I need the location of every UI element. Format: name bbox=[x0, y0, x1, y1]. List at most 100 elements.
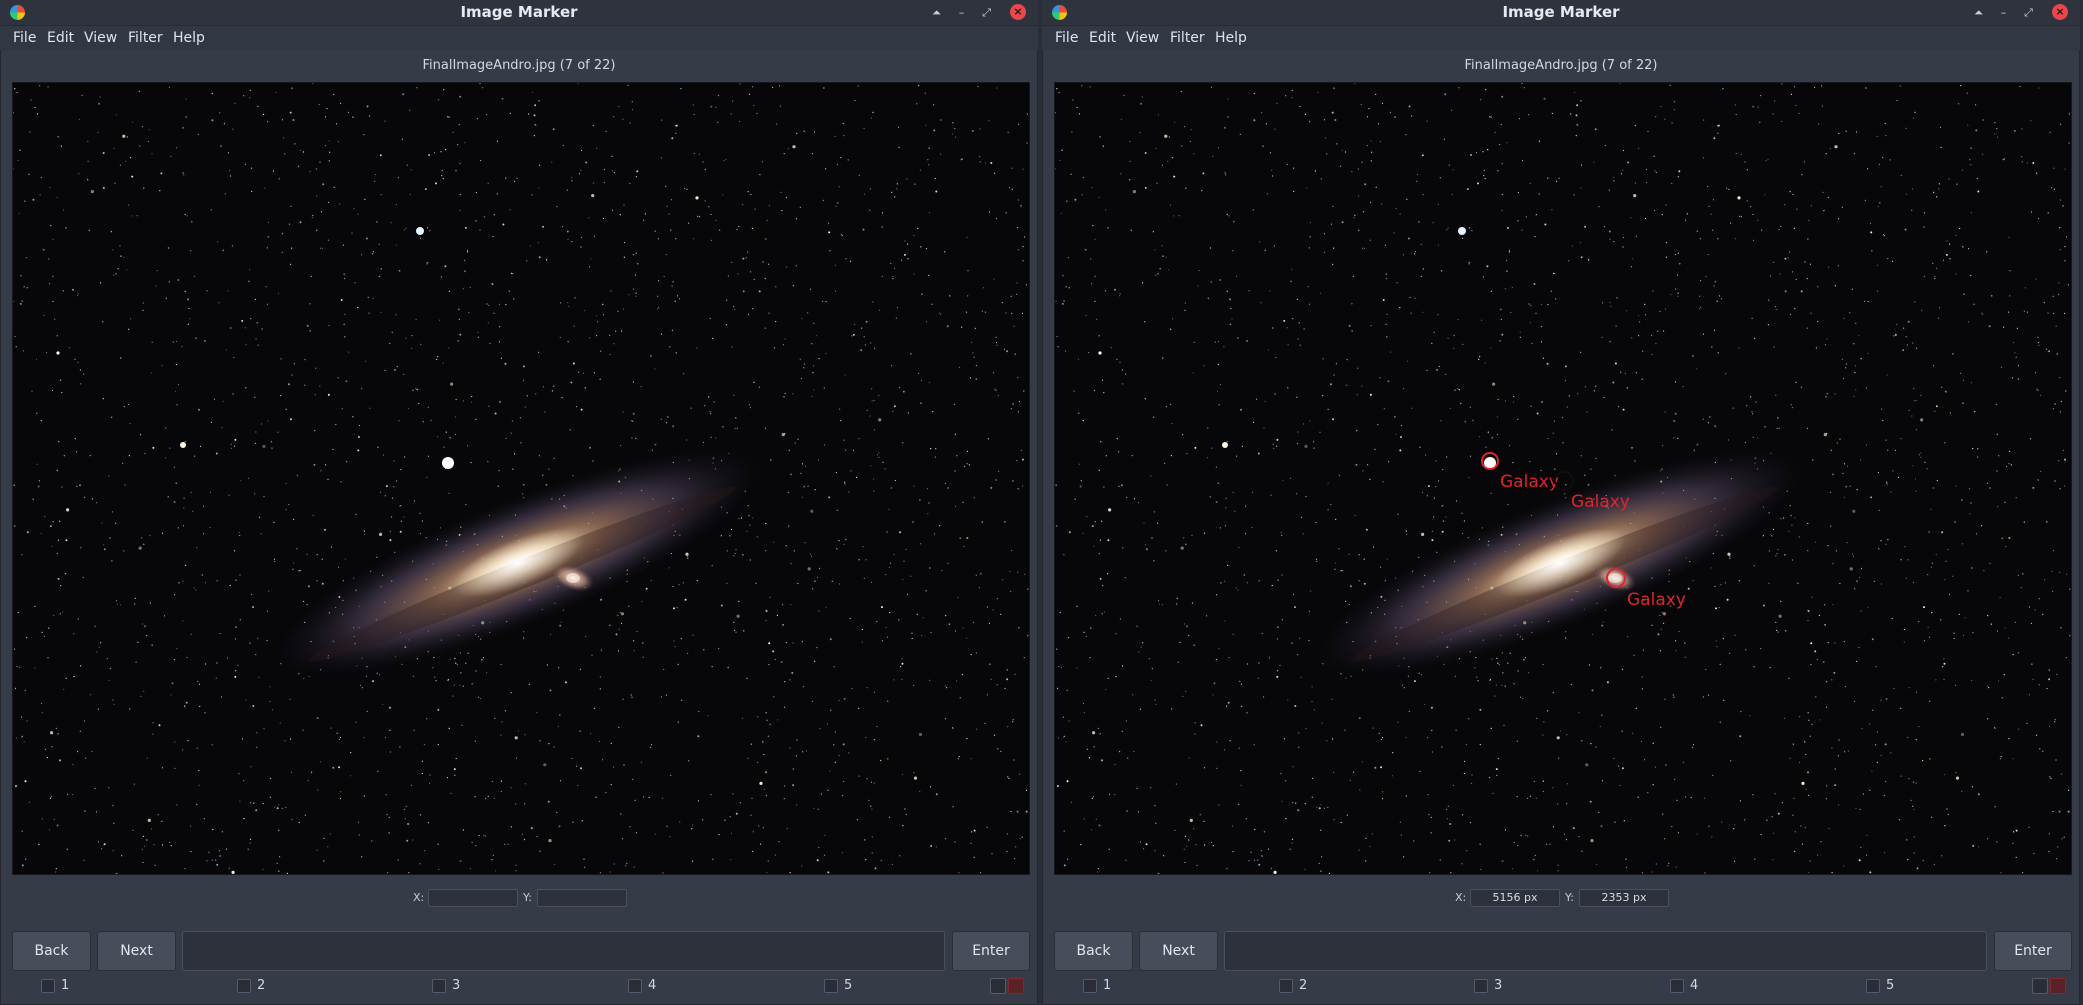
checkbox-box[interactable] bbox=[41, 979, 55, 993]
star bbox=[1015, 846, 1017, 848]
star bbox=[1386, 336, 1388, 338]
maximize-button[interactable]: ⤢ bbox=[2020, 4, 2037, 21]
keep-above-button[interactable]: ⏶ bbox=[1970, 4, 1987, 21]
enter-button[interactable]: Enter bbox=[952, 931, 1030, 971]
menu-help[interactable]: Help bbox=[1215, 26, 1247, 50]
menu-help[interactable]: Help bbox=[173, 26, 205, 50]
menu-view[interactable]: View bbox=[84, 26, 117, 50]
color-swatch-dark[interactable] bbox=[2032, 978, 2048, 994]
star bbox=[553, 385, 555, 387]
checkbox-box[interactable] bbox=[1670, 979, 1684, 993]
star bbox=[139, 145, 141, 147]
color-swatch-red[interactable] bbox=[2050, 978, 2066, 994]
star bbox=[1933, 365, 1935, 367]
maximize-button[interactable]: ⤢ bbox=[978, 4, 995, 21]
star bbox=[1206, 457, 1208, 459]
title-bar[interactable]: Image Marker ⏶ – ⤢ × bbox=[0, 0, 1038, 26]
close-button[interactable]: × bbox=[2052, 4, 2068, 20]
image-canvas[interactable]: Galaxy Galaxy Galaxy bbox=[1054, 82, 2072, 875]
color-swatch-dark[interactable] bbox=[990, 978, 1006, 994]
star bbox=[485, 835, 487, 837]
checkbox-box[interactable] bbox=[237, 979, 251, 993]
star bbox=[1834, 285, 1836, 287]
enter-button[interactable]: Enter bbox=[1994, 931, 2072, 971]
comment-input[interactable] bbox=[1224, 931, 1987, 971]
star bbox=[365, 237, 368, 240]
star bbox=[1932, 262, 1934, 264]
star bbox=[994, 172, 996, 174]
keep-above-button[interactable]: ⏶ bbox=[928, 4, 945, 21]
checkbox-box[interactable] bbox=[628, 979, 642, 993]
star bbox=[1063, 735, 1065, 737]
star bbox=[1604, 144, 1606, 147]
checkbox-box[interactable] bbox=[1866, 979, 1880, 993]
back-button[interactable]: Back bbox=[1054, 931, 1133, 971]
star bbox=[469, 868, 471, 870]
menu-filter[interactable]: Filter bbox=[128, 26, 163, 50]
y-coordinate-field[interactable]: 2353 px bbox=[1579, 889, 1669, 907]
x-coordinate-field[interactable] bbox=[428, 889, 518, 907]
star bbox=[955, 136, 957, 138]
star bbox=[278, 829, 280, 831]
star bbox=[1887, 258, 1889, 260]
menu-edit[interactable]: Edit bbox=[47, 26, 74, 50]
star bbox=[717, 121, 719, 123]
next-button[interactable]: Next bbox=[97, 931, 176, 971]
checkbox-box[interactable] bbox=[1083, 979, 1097, 993]
y-coordinate-field[interactable] bbox=[537, 889, 627, 907]
star bbox=[13, 525, 16, 527]
star bbox=[762, 827, 764, 829]
checkbox-box[interactable] bbox=[1279, 979, 1293, 993]
checkbox-box[interactable] bbox=[1474, 979, 1488, 993]
star bbox=[492, 283, 494, 285]
menu-filter[interactable]: Filter bbox=[1170, 26, 1205, 50]
menu-view[interactable]: View bbox=[1126, 26, 1159, 50]
back-button[interactable]: Back bbox=[12, 931, 91, 971]
star bbox=[1092, 731, 1096, 735]
star bbox=[1355, 463, 1358, 466]
star bbox=[809, 288, 812, 290]
star bbox=[2018, 728, 2020, 730]
star bbox=[584, 387, 586, 389]
star bbox=[1501, 333, 1504, 336]
star bbox=[1133, 750, 1135, 752]
menu-edit[interactable]: Edit bbox=[1089, 26, 1116, 50]
star bbox=[1419, 770, 1421, 772]
star bbox=[617, 310, 619, 312]
title-bar[interactable]: Image Marker ⏶ – ⤢ × bbox=[1042, 0, 2080, 26]
star bbox=[657, 238, 659, 240]
star bbox=[1867, 352, 1869, 354]
x-coordinate-field[interactable]: 5156 px bbox=[1470, 889, 1560, 907]
star bbox=[52, 238, 54, 240]
star bbox=[811, 153, 814, 155]
menu-file[interactable]: File bbox=[13, 26, 36, 50]
star bbox=[31, 390, 33, 392]
close-button[interactable]: × bbox=[1010, 4, 1026, 20]
star bbox=[136, 215, 138, 217]
checkbox-box[interactable] bbox=[824, 979, 838, 993]
star bbox=[1225, 174, 1227, 176]
minimize-button[interactable]: – bbox=[953, 4, 970, 21]
star bbox=[441, 169, 443, 171]
star bbox=[2015, 829, 2018, 832]
star bbox=[1088, 352, 1090, 354]
star bbox=[17, 611, 19, 614]
comment-input[interactable] bbox=[182, 931, 945, 971]
star bbox=[1512, 401, 1515, 403]
image-canvas[interactable] bbox=[12, 82, 1030, 875]
minimize-button[interactable]: – bbox=[1995, 4, 2012, 21]
next-button[interactable]: Next bbox=[1139, 931, 1218, 971]
star bbox=[2028, 606, 2030, 608]
menu-file[interactable]: File bbox=[1055, 26, 1078, 50]
star bbox=[678, 584, 680, 586]
star bbox=[151, 153, 153, 155]
star bbox=[1849, 485, 1851, 487]
checkbox-box[interactable] bbox=[432, 979, 446, 993]
star bbox=[182, 749, 184, 751]
color-swatch-red[interactable] bbox=[1008, 978, 1024, 994]
star bbox=[816, 859, 819, 862]
star bbox=[143, 845, 146, 847]
star bbox=[1466, 188, 1469, 191]
star bbox=[893, 679, 895, 681]
star bbox=[1913, 852, 1915, 854]
